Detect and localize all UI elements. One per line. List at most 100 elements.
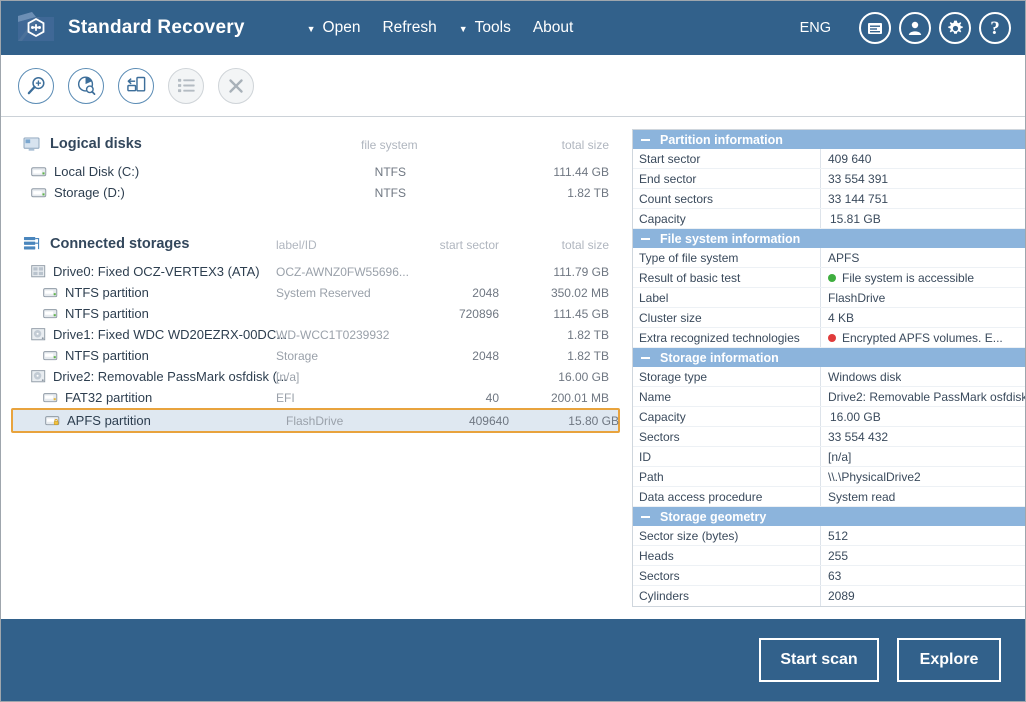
section-header-file-system-information[interactable]: File system information: [633, 229, 1025, 248]
info-row: Type of file system APFS: [633, 248, 1025, 268]
app-title: Standard Recovery: [68, 17, 245, 38]
cell-label-id: EFI: [276, 390, 295, 405]
news-icon[interactable]: [859, 12, 891, 44]
info-key: Extra recognized technologies: [633, 328, 821, 347]
info-value-text: 4 KB: [828, 310, 855, 325]
info-value-text: 16.00 GB: [830, 409, 881, 424]
menu-item-refresh[interactable]: Refresh: [382, 16, 436, 40]
toolbar: [1, 55, 1025, 117]
menu-item-about[interactable]: About: [533, 16, 574, 40]
table-row[interactable]: NTFS partition 720896 111.45 GB: [1, 303, 628, 324]
list-item[interactable]: Storage (D:) NTFS 1.82 TB: [1, 182, 628, 203]
info-row: Heads 255: [633, 546, 1025, 566]
cell-start-sector: 409640: [468, 413, 509, 428]
table-row[interactable]: Drive0: Fixed OCZ-VERTEX3 (ATA) OCZ-AWNZ…: [1, 261, 628, 282]
disk-platter-icon: [31, 370, 46, 383]
find-icon[interactable]: [18, 67, 54, 104]
info-value-text: 409 640: [828, 151, 872, 166]
section-header-partition-information[interactable]: Partition information: [633, 130, 1025, 149]
table-row[interactable]: Drive2: Removable PassMark osfdisk (... …: [1, 366, 628, 387]
collapse-icon[interactable]: [641, 356, 650, 359]
data-access-procedure-select[interactable]: System read ▼: [821, 487, 1025, 506]
info-value-text: 2089: [828, 589, 855, 603]
user-icon[interactable]: [899, 12, 931, 44]
menu-item-tools[interactable]: Tools: [475, 16, 511, 40]
partition-icon: [43, 308, 58, 318]
language-selector[interactable]: ENG: [800, 20, 831, 36]
cell-start-sector: 40: [485, 390, 499, 405]
section-header-storage-geometry[interactable]: Storage geometry: [633, 507, 1025, 526]
cell-file-system: NTFS: [374, 164, 406, 179]
table-row[interactable]: FAT32 partition EFI 40 200.01 MB: [1, 387, 628, 408]
table-row-selected[interactable]: APFS partition FlashDrive 409640 15.80 G…: [13, 410, 619, 431]
help-icon[interactable]: ?: [979, 12, 1011, 44]
cell-label-id: OCZ-AWNZ0FW55696...: [276, 264, 409, 279]
disk-scan-icon[interactable]: [68, 67, 104, 104]
partition-icon: [43, 350, 58, 360]
info-row[interactable]: Data access procedure System read ▼: [633, 487, 1025, 507]
info-value-text: 33 554 391: [828, 171, 889, 186]
info-key: Type of file system: [633, 248, 821, 267]
cell-total-size: 111.79 GB: [553, 264, 609, 279]
info-value: 33 144 751: [821, 189, 1025, 208]
open-caret-icon[interactable]: ▼: [307, 24, 316, 34]
gear-icon[interactable]: [939, 12, 971, 44]
info-row: Path \\.\PhysicalDrive2: [633, 467, 1025, 487]
info-value-text: APFS: [828, 250, 860, 265]
info-value: 16.00 GB: [821, 407, 1025, 426]
footer-bar: Start scan Explore: [1, 619, 1025, 701]
info-value-text: Drive2: Removable PassMark osfdisk (S: [828, 389, 1025, 404]
cell-total-size: 1.82 TB: [567, 327, 609, 342]
table-row[interactable]: NTFS partition System Reserved 2048 350.…: [1, 282, 628, 303]
folder-hex-logo-icon: [18, 12, 54, 41]
collapse-icon[interactable]: [641, 138, 650, 141]
info-value: Drive2: Removable PassMark osfdisk (S: [821, 387, 1025, 406]
partition-icon: [43, 392, 58, 402]
info-key: Cylinders: [633, 586, 821, 606]
tools-caret-icon[interactable]: ▼: [459, 24, 468, 34]
section-title: Storage information: [660, 350, 779, 365]
start-scan-button[interactable]: Start scan: [759, 638, 879, 682]
disk-image-icon[interactable]: [118, 67, 154, 104]
cell-total-size: 111.44 GB: [553, 164, 609, 179]
info-value: File system is accessible: [821, 268, 1025, 287]
section-header-storage-information[interactable]: Storage information: [633, 348, 1025, 367]
menu-item-open[interactable]: Open: [323, 16, 361, 40]
info-key: ID: [633, 447, 821, 466]
info-key: Capacity: [633, 407, 821, 426]
info-row[interactable]: Extra recognized technologies Encrypted …: [633, 328, 1025, 348]
info-row: Sectors 33 554 432: [633, 427, 1025, 447]
list-item[interactable]: Local Disk (C:) NTFS 111.44 GB: [1, 161, 628, 182]
table-row[interactable]: NTFS partition Storage 2048 1.82 TB: [1, 345, 628, 366]
section-title: Storage geometry: [660, 509, 767, 524]
close-icon: [218, 67, 254, 104]
cell-total-size: 15.80 GB: [568, 413, 619, 428]
cell-total-size: 1.82 TB: [567, 185, 609, 200]
info-key: Count sectors: [633, 189, 821, 208]
help-glyph: ?: [990, 17, 1000, 39]
list-icon: [168, 67, 204, 104]
info-key: Result of basic test: [633, 268, 821, 287]
header-actions: ENG ?: [800, 12, 1011, 44]
cell-total-size: 200.01 MB: [550, 390, 609, 405]
info-row: Sectors 63: [633, 566, 1025, 586]
info-key: Sectors: [633, 566, 821, 585]
cell-label-id: FlashDrive: [286, 413, 344, 428]
table-row[interactable]: Drive1: Fixed WDC WD20EZRX-00DC... WD-WC…: [1, 324, 628, 345]
info-row: Count sectors 33 144 751: [633, 189, 1025, 209]
app-logo: [14, 7, 58, 49]
info-value[interactable]: Encrypted APFS volumes. E... ►: [821, 328, 1025, 347]
info-value-text: 255: [828, 548, 849, 563]
info-value: \\.\PhysicalDrive2: [821, 467, 1025, 486]
collapse-icon[interactable]: [641, 515, 650, 518]
info-value-text: 33 554 432: [828, 429, 889, 444]
cell-label-id: System Reserved: [276, 285, 371, 300]
collapse-icon[interactable]: [641, 237, 650, 240]
table-row-name: NTFS partition: [65, 285, 149, 300]
list-item-label: Local Disk (C:): [54, 164, 140, 179]
info-key: Name: [633, 387, 821, 406]
info-key: Capacity: [633, 209, 821, 228]
info-key: End sector: [633, 169, 821, 188]
explore-button[interactable]: Explore: [897, 638, 1001, 682]
table-row-name: Drive1: Fixed WDC WD20EZRX-00DC...: [53, 327, 288, 342]
